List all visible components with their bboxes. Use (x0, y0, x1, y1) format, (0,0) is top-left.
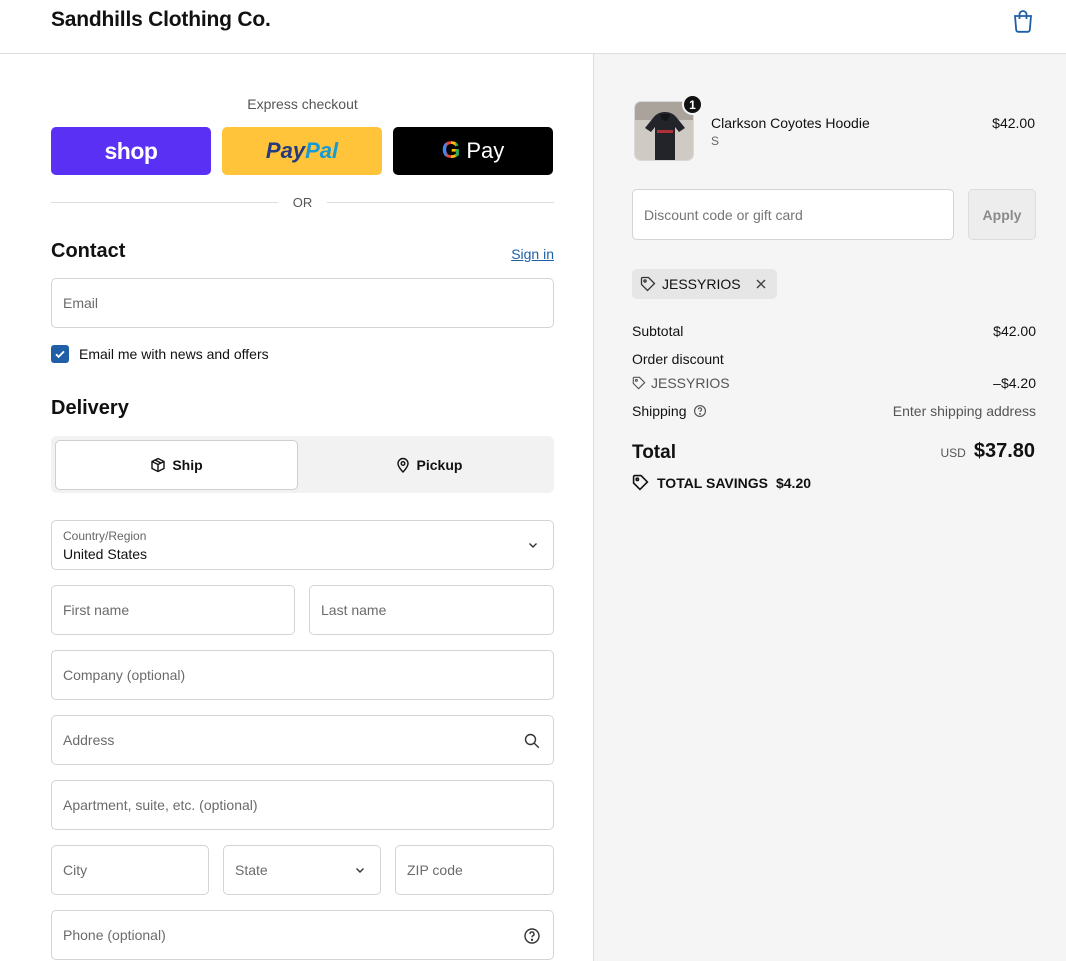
paypal-button[interactable]: Pay Pal (222, 127, 382, 175)
google-pay-label: Pay (466, 138, 505, 163)
shop-pay-button[interactable]: shop (51, 127, 211, 175)
product-name: Clarkson Coyotes Hoodie (711, 115, 870, 131)
shipping-value: Enter shipping address (892, 403, 1036, 419)
apartment-field[interactable] (51, 780, 554, 830)
discount-code-name: JESSYRIOS (651, 375, 730, 391)
discount-value: –$4.20 (993, 375, 1036, 391)
google-g-icon: G (441, 137, 461, 164)
order-summary: 1 Clarkson Coyotes Hoodie S $42.00 Apply… (593, 54, 1066, 961)
subtotal-label: Subtotal (632, 323, 684, 339)
address-field[interactable] (51, 715, 554, 765)
product-variant: S (711, 134, 720, 148)
divider-line-right (327, 202, 554, 203)
subtotal-row: Subtotal $42.00 (632, 323, 1036, 339)
delivery-title: Delivery (51, 397, 129, 419)
contact-title: Contact (51, 240, 126, 262)
zip-input[interactable] (396, 846, 553, 894)
chevron-down-icon (356, 868, 364, 873)
quantity-badge: 1 (682, 94, 703, 115)
subtotal-value: $42.00 (993, 323, 1036, 339)
pickup-label: Pickup (416, 457, 463, 473)
shipping-row: Shipping Enter shipping address (632, 403, 1036, 419)
brand-name[interactable]: Sandhills Clothing Co. (51, 8, 271, 32)
sign-in-link[interactable]: Sign in (511, 246, 554, 262)
news-offers-label: Email me with news and offers (79, 346, 269, 362)
site-header: Sandhills Clothing Co. (0, 0, 1066, 54)
delivery-method-toggle: Ship Pickup (51, 436, 554, 493)
shopping-bag-icon[interactable] (1012, 9, 1034, 33)
help-circle-icon[interactable] (523, 927, 541, 945)
checkmark-icon (55, 350, 65, 359)
ship-label: Ship (172, 457, 203, 473)
order-discount-label: Order discount (632, 351, 724, 367)
tag-icon (640, 276, 656, 292)
google-pay-button[interactable]: G Pay (393, 127, 553, 175)
pickup-option[interactable]: Pickup (307, 440, 550, 490)
first-name-field[interactable] (51, 585, 295, 635)
last-name-input[interactable] (310, 586, 553, 634)
ship-option[interactable]: Ship (55, 440, 298, 490)
applied-code-text: JESSYRIOS (662, 276, 741, 292)
shop-pay-label: shop (104, 137, 158, 164)
shipping-label: Shipping (632, 403, 687, 419)
email-field[interactable] (51, 278, 554, 328)
apply-discount-button[interactable]: Apply (968, 189, 1036, 240)
savings-value: $4.20 (775, 474, 812, 491)
express-checkout-label: Express checkout (247, 96, 358, 112)
tag-icon (632, 376, 646, 390)
email-input[interactable] (52, 279, 553, 327)
order-discount-row: Order discount (632, 351, 1036, 367)
company-field[interactable] (51, 650, 554, 700)
box-icon (151, 457, 166, 473)
city-input[interactable] (52, 846, 208, 894)
state-select[interactable]: State (223, 845, 381, 895)
chevron-down-icon (529, 543, 537, 548)
total-amount: USD $37.80 (940, 440, 1035, 463)
currency-code: USD (940, 446, 966, 460)
discount-code-line: JESSYRIOS (632, 375, 1036, 391)
address-input[interactable] (52, 716, 553, 764)
discount-code-field[interactable] (632, 189, 954, 240)
tag-icon (632, 474, 649, 491)
help-circle-icon[interactable] (693, 404, 707, 418)
apartment-input[interactable] (52, 781, 553, 829)
country-value: United States (63, 546, 148, 562)
news-offers-checkbox[interactable] (51, 345, 69, 363)
paypal-label-pay: Pay (265, 138, 306, 163)
last-name-field[interactable] (309, 585, 554, 635)
city-field[interactable] (51, 845, 209, 895)
first-name-input[interactable] (52, 586, 294, 634)
zip-field[interactable] (395, 845, 554, 895)
location-pin-icon (396, 457, 409, 473)
or-divider: OR (51, 194, 554, 212)
remove-code-icon[interactable] (755, 278, 767, 290)
discount-code-input[interactable] (633, 190, 953, 239)
total-label: Total (632, 442, 676, 463)
applied-discount-tag: JESSYRIOS (632, 269, 777, 299)
company-input[interactable] (52, 651, 553, 699)
news-offers-checkbox-row[interactable]: Email me with news and offers (51, 344, 269, 364)
country-label: Country/Region (63, 529, 147, 543)
paypal-label-pal: Pal (305, 138, 339, 163)
savings-label: TOTAL SAVINGS (657, 474, 768, 491)
phone-field[interactable] (51, 910, 554, 960)
total-value: $37.80 (973, 440, 1035, 462)
product-price: $42.00 (992, 115, 1035, 131)
state-label: State (235, 862, 268, 878)
phone-input[interactable] (52, 911, 553, 959)
discount-code-row: JESSYRIOS –$4.20 (632, 375, 1036, 391)
search-icon (524, 733, 540, 749)
total-savings: TOTAL SAVINGS $4.20 (632, 474, 811, 491)
country-select[interactable]: Country/Region United States (51, 520, 554, 570)
